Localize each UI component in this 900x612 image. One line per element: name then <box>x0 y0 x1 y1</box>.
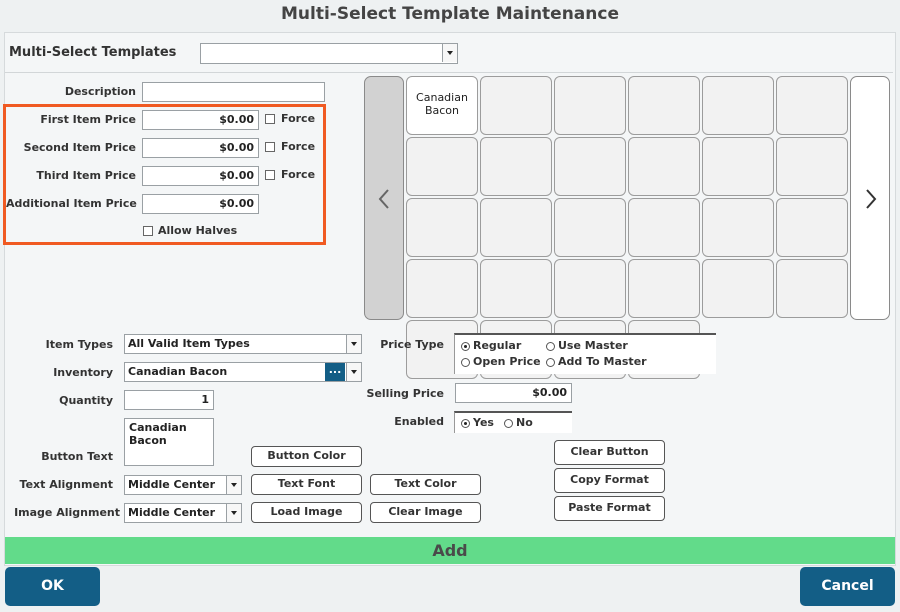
cancel-button[interactable]: Cancel <box>800 567 895 606</box>
inventory-lookup-button[interactable]: ... <box>325 363 345 381</box>
force-label: Force <box>281 168 316 181</box>
chevron-down-icon <box>226 504 241 522</box>
templates-label: Multi-Select Templates <box>9 45 177 60</box>
price-type-add-to-master-radio[interactable] <box>546 358 555 367</box>
quantity-label: Quantity <box>59 394 113 407</box>
paste-format-button[interactable]: Paste Format <box>554 496 665 521</box>
grid-button[interactable] <box>480 137 552 196</box>
price-type-open-price-label: Open Price <box>473 355 541 368</box>
second-price-field[interactable]: $0.00 <box>142 138 259 158</box>
inventory-label: Inventory <box>53 366 113 379</box>
item-types-select[interactable]: All Valid Item Types <box>124 334 362 354</box>
allow-halves-checkbox[interactable] <box>143 226 153 236</box>
grid-button[interactable] <box>628 259 700 318</box>
grid-button[interactable] <box>406 137 478 196</box>
grid-button[interactable] <box>776 137 848 196</box>
force-label: Force <box>281 112 316 125</box>
grid-button[interactable] <box>776 198 848 257</box>
grid-button[interactable] <box>554 259 626 318</box>
chevron-down-icon <box>442 44 457 62</box>
grid-button[interactable] <box>480 259 552 318</box>
enabled-group: Yes No <box>454 411 572 433</box>
inventory-select[interactable]: Canadian Bacon ... <box>124 362 362 382</box>
second-price-label: Second Item Price <box>23 141 136 154</box>
grid-button[interactable] <box>702 259 774 318</box>
price-type-add-to-master-label: Add To Master <box>558 355 647 368</box>
force-label: Force <box>281 140 316 153</box>
selling-price-label: Selling Price <box>366 387 444 400</box>
allow-halves-label: Allow Halves <box>158 224 238 237</box>
price-type-open-price-radio[interactable] <box>461 358 470 367</box>
button-color-button[interactable]: Button Color <box>251 446 362 467</box>
selling-price-field[interactable]: $0.00 <box>455 383 572 403</box>
copy-format-button[interactable]: Copy Format <box>554 468 665 493</box>
grid-button[interactable] <box>628 137 700 196</box>
price-type-regular-radio[interactable] <box>461 342 470 351</box>
additional-price-field[interactable]: $0.00 <box>142 194 259 214</box>
button-text-field[interactable]: Canadian Bacon <box>124 418 214 466</box>
third-price-label: Third Item Price <box>36 169 136 182</box>
enabled-label: Enabled <box>394 415 444 428</box>
chevron-right-icon <box>866 189 877 209</box>
chevron-down-icon <box>346 363 361 381</box>
add-button[interactable]: Add <box>5 537 895 564</box>
grid-button[interactable] <box>628 198 700 257</box>
prev-page-button[interactable] <box>364 76 404 320</box>
chevron-down-icon <box>346 335 361 353</box>
price-type-regular-label: Regular <box>473 339 522 352</box>
button-text-label: Button Text <box>41 450 113 463</box>
grid-button[interactable] <box>702 76 774 135</box>
grid-button[interactable] <box>776 76 848 135</box>
quantity-field[interactable]: 1 <box>124 390 214 410</box>
item-types-label: Item Types <box>45 338 113 351</box>
price-type-group: Regular Use Master Open Price Add To Mas… <box>454 333 716 374</box>
text-font-button[interactable]: Text Font <box>251 474 362 495</box>
image-alignment-label: Image Alignment <box>14 506 120 519</box>
clear-image-button[interactable]: Clear Image <box>370 502 481 523</box>
third-price-field[interactable]: $0.00 <box>142 166 259 186</box>
first-price-label: First Item Price <box>40 113 136 126</box>
description-label: Description <box>64 85 136 98</box>
third-force-checkbox[interactable] <box>265 170 275 180</box>
second-force-checkbox[interactable] <box>265 142 275 152</box>
enabled-yes-radio[interactable] <box>461 419 470 428</box>
text-alignment-select[interactable]: Middle Center <box>124 475 242 495</box>
clear-button-button[interactable]: Clear Button <box>554 440 665 465</box>
grid-button[interactable] <box>480 198 552 257</box>
price-type-use-master-radio[interactable] <box>546 342 555 351</box>
grid-button[interactable] <box>406 198 478 257</box>
additional-price-label: Additional Item Price <box>6 197 137 210</box>
grid-button[interactable] <box>480 76 552 135</box>
price-type-use-master-label: Use Master <box>558 339 628 352</box>
grid-button[interactable] <box>554 76 626 135</box>
text-color-button[interactable]: Text Color <box>370 474 481 495</box>
description-field[interactable] <box>142 82 325 102</box>
enabled-yes-label: Yes <box>473 416 494 429</box>
next-page-button[interactable] <box>850 76 890 320</box>
grid-button[interactable]: Canadian Bacon <box>406 76 478 135</box>
templates-select[interactable] <box>200 43 458 64</box>
load-image-button[interactable]: Load Image <box>251 502 362 523</box>
enabled-no-label: No <box>516 416 533 429</box>
grid-button[interactable] <box>406 259 478 318</box>
divider <box>5 72 893 73</box>
grid-button[interactable] <box>702 137 774 196</box>
grid-button[interactable] <box>702 198 774 257</box>
grid-button[interactable] <box>554 137 626 196</box>
grid-button[interactable] <box>628 76 700 135</box>
enabled-no-radio[interactable] <box>504 419 513 428</box>
chevron-left-icon <box>378 189 389 209</box>
first-price-field[interactable]: $0.00 <box>142 110 259 130</box>
chevron-down-icon <box>226 476 241 494</box>
text-alignment-label: Text Alignment <box>19 478 113 491</box>
image-alignment-select[interactable]: Middle Center <box>124 503 242 523</box>
window-title: Multi-Select Template Maintenance <box>281 4 619 24</box>
grid-button[interactable] <box>554 198 626 257</box>
grid-button[interactable] <box>776 259 848 318</box>
button-grid: Canadian Bacon <box>406 76 850 379</box>
price-type-label: Price Type <box>380 338 444 351</box>
first-force-checkbox[interactable] <box>265 114 275 124</box>
ok-button[interactable]: OK <box>5 567 100 606</box>
